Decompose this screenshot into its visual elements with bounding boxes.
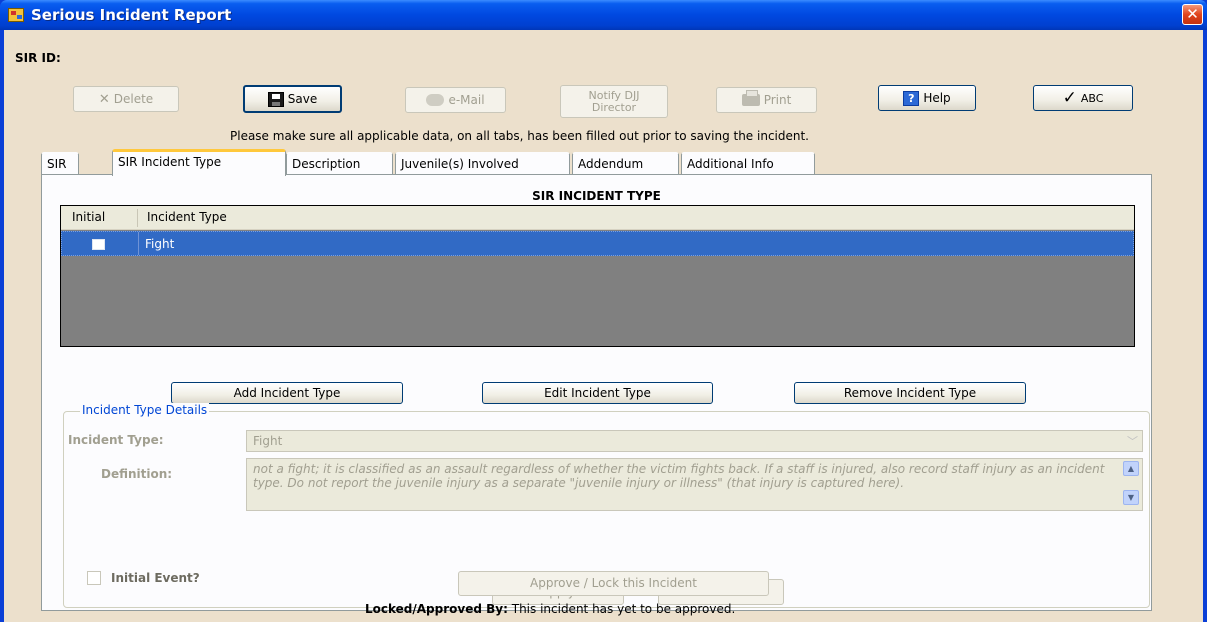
edit-incident-type-button[interactable]: Edit Incident Type <box>482 382 713 404</box>
column-header-incident-type[interactable]: Incident Type <box>147 210 227 224</box>
column-header-initial[interactable]: Initial <box>72 210 105 224</box>
incident-type-panel: SIR INCIDENT TYPE Initial Incident Type … <box>41 174 1152 611</box>
save-notice: Please make sure all applicable data, on… <box>230 129 809 143</box>
add-incident-type-button[interactable]: Add Incident Type <box>171 382 403 404</box>
chevron-down-icon[interactable]: ﹀ <box>1127 433 1138 449</box>
incident-type-cell: Fight <box>145 237 175 251</box>
remove-incident-type-button[interactable]: Remove Incident Type <box>794 382 1026 404</box>
initial-checkbox[interactable] <box>92 239 105 250</box>
notify-label-line2: Director <box>591 100 637 114</box>
locked-approved-by-value: This incident has yet to be approved. <box>511 602 736 616</box>
row-divider <box>138 232 139 255</box>
help-label: Help <box>923 91 951 105</box>
incident-type-select[interactable]: Fight ﹀ <box>246 430 1143 452</box>
spell-check-label: ABC <box>1080 91 1104 105</box>
notify-label-line1: Notify DJJ <box>588 88 640 102</box>
tab-additional-info[interactable]: Additional Info <box>681 152 815 174</box>
scroll-down-icon[interactable]: ▼ <box>1123 490 1139 505</box>
printer-icon <box>741 90 760 106</box>
serious-incident-report-window: Serious Incident Report ✕ SIR ID: ✕ Dele… <box>0 0 1207 622</box>
help-button[interactable]: ? Help <box>878 85 976 111</box>
notify-djj-director-button[interactable]: Notify DJJ Director <box>560 85 668 118</box>
incident-type-value: Fight <box>253 434 283 448</box>
locked-approved-by-line: Locked/Approved By: This incident has ye… <box>365 602 735 616</box>
column-divider[interactable] <box>137 209 138 227</box>
delete-button[interactable]: ✕ Delete <box>73 86 179 112</box>
save-button[interactable]: Save <box>243 85 342 113</box>
close-button[interactable]: ✕ <box>1182 4 1203 25</box>
definition-textbox[interactable]: not a fight; it is classified as an assa… <box>246 458 1143 511</box>
help-icon: ? <box>903 90 920 106</box>
delete-icon: ✕ <box>98 91 110 107</box>
save-label: Save <box>287 92 318 106</box>
window-title: Serious Incident Report <box>31 6 232 24</box>
delete-label: Delete <box>113 92 154 106</box>
incident-type-grid[interactable]: Initial Incident Type Fight <box>60 205 1135 347</box>
email-label: e-Mail <box>448 93 485 107</box>
email-button[interactable]: e-Mail <box>405 87 506 113</box>
locked-approved-by-label: Locked/Approved By: <box>365 602 508 616</box>
print-label: Print <box>763 93 792 107</box>
sir-id-label: SIR ID: <box>15 51 61 65</box>
title-bar[interactable]: Serious Incident Report ✕ <box>0 0 1207 30</box>
email-icon <box>426 94 445 106</box>
definition-label: Definition: <box>101 467 173 481</box>
incident-type-label: Incident Type: <box>68 433 164 447</box>
spell-check-button[interactable]: ✓ ABC <box>1033 85 1133 111</box>
scroll-up-icon[interactable]: ▲ <box>1123 461 1139 476</box>
definition-text: not a fight; it is classified as an assa… <box>253 462 1105 490</box>
table-row[interactable]: Fight <box>61 231 1134 256</box>
tab-juveniles-involved[interactable]: Juvenile(s) Involved <box>395 152 570 174</box>
panel-title: SIR INCIDENT TYPE <box>532 189 661 203</box>
tab-sir[interactable]: SIR <box>41 152 79 174</box>
app-icon <box>8 8 24 22</box>
details-legend: Incident Type Details <box>80 403 210 417</box>
form-client-area: SIR ID: ✕ Delete Save e-Mail Notify DJJ … <box>4 30 1203 622</box>
print-button[interactable]: Print <box>716 87 817 113</box>
tab-description[interactable]: Description <box>286 152 393 174</box>
floppy-disk-icon <box>267 91 284 107</box>
checkmark-icon: ✓ <box>1062 87 1077 108</box>
tab-sir-incident-type[interactable]: SIR Incident Type <box>112 149 286 176</box>
approve-lock-incident-button[interactable]: Approve / Lock this Incident <box>458 571 769 596</box>
grid-header: Initial Incident Type <box>61 206 1134 230</box>
tab-addendum[interactable]: Addendum <box>572 152 679 174</box>
initial-event-label: Initial Event? <box>111 571 200 585</box>
initial-event-checkbox[interactable] <box>87 571 101 585</box>
